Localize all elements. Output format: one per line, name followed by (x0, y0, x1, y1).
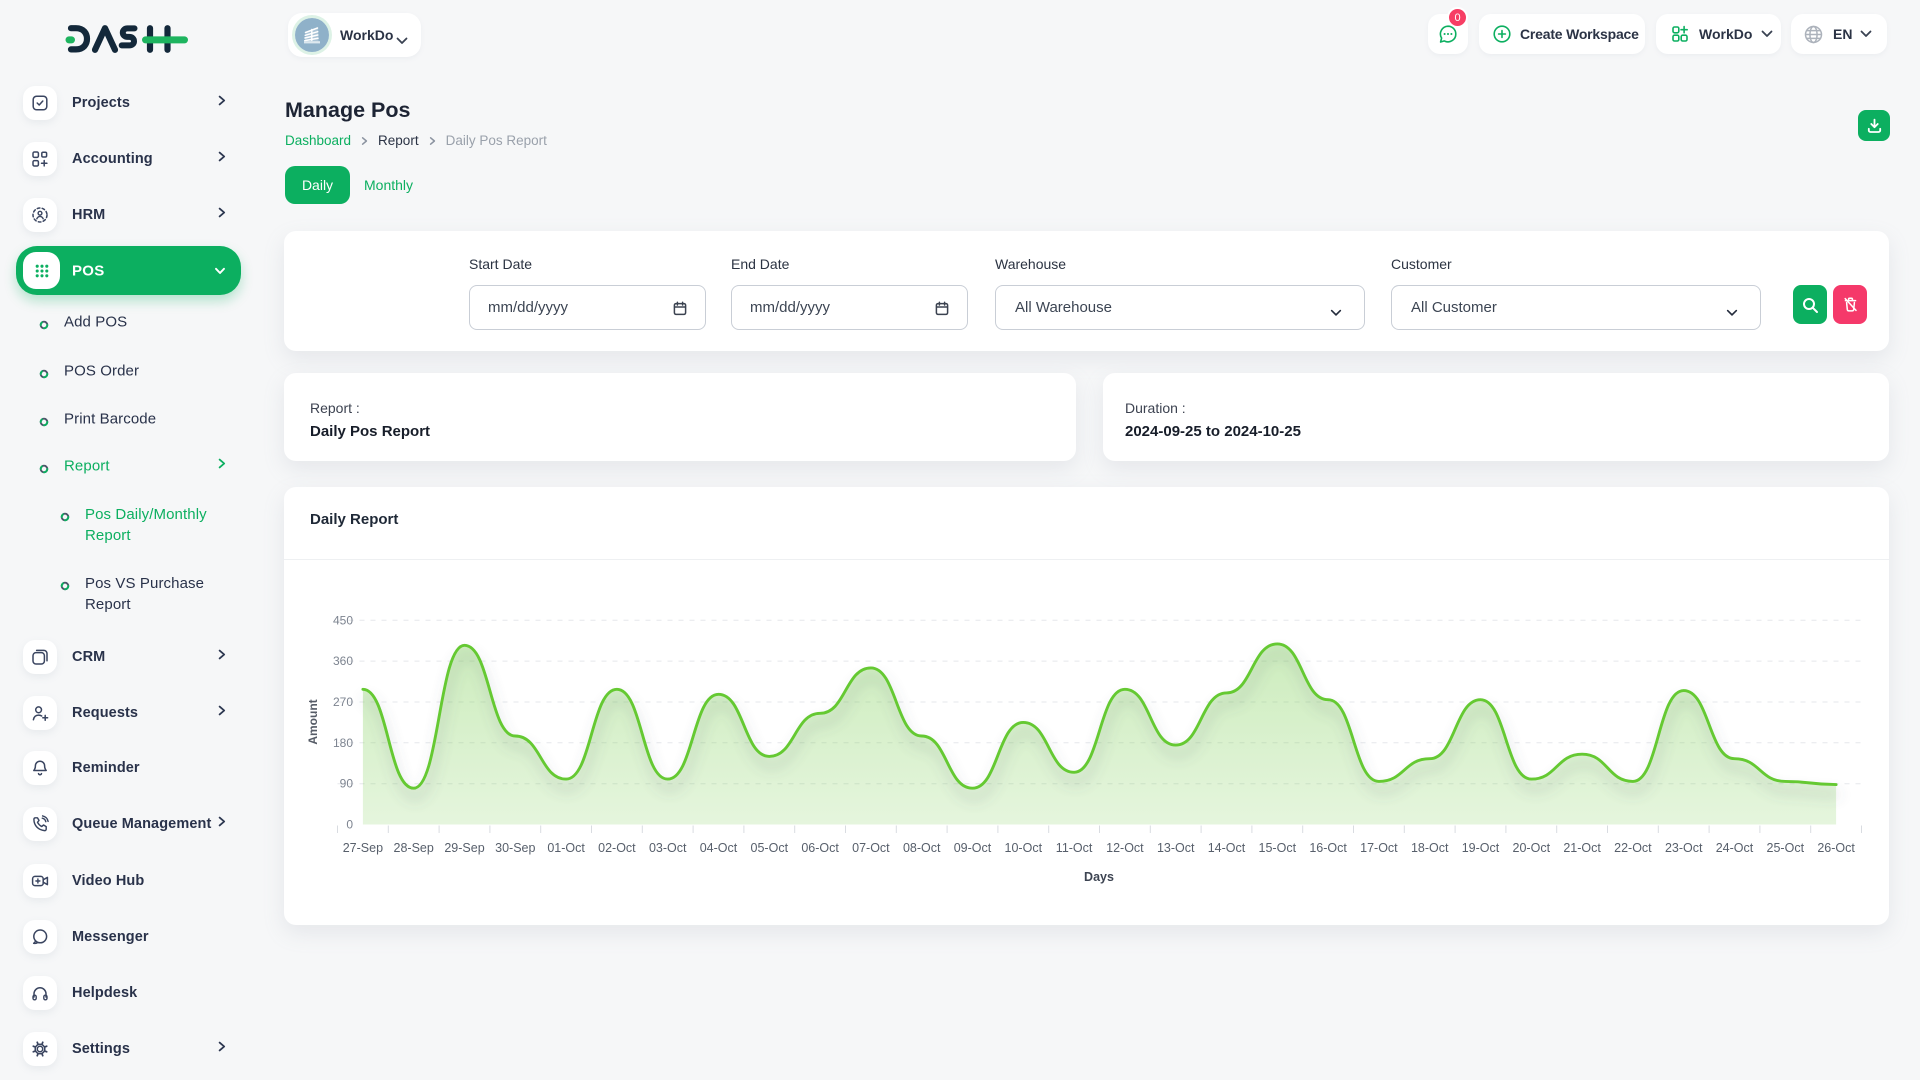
svg-text:19-Oct: 19-Oct (1462, 841, 1500, 855)
svg-text:90: 90 (340, 777, 354, 791)
svg-text:02-Oct: 02-Oct (598, 841, 636, 855)
svg-text:16-Oct: 16-Oct (1309, 841, 1347, 855)
svg-text:05-Oct: 05-Oct (751, 841, 789, 855)
svg-text:06-Oct: 06-Oct (801, 841, 839, 855)
svg-text:14-Oct: 14-Oct (1208, 841, 1246, 855)
svg-text:0: 0 (346, 818, 353, 832)
svg-text:12-Oct: 12-Oct (1106, 841, 1144, 855)
svg-text:15-Oct: 15-Oct (1259, 841, 1297, 855)
svg-text:13-Oct: 13-Oct (1157, 841, 1195, 855)
svg-text:25-Oct: 25-Oct (1767, 841, 1805, 855)
svg-text:24-Oct: 24-Oct (1716, 841, 1754, 855)
svg-text:17-Oct: 17-Oct (1360, 841, 1398, 855)
svg-text:11-Oct: 11-Oct (1056, 841, 1093, 855)
svg-text:18-Oct: 18-Oct (1411, 841, 1449, 855)
svg-text:08-Oct: 08-Oct (903, 841, 941, 855)
svg-text:21-Oct: 21-Oct (1563, 841, 1601, 855)
svg-text:Days: Days (1084, 870, 1114, 884)
svg-text:26-Oct: 26-Oct (1817, 841, 1855, 855)
svg-text:27-Sep: 27-Sep (343, 841, 383, 855)
svg-text:30-Sep: 30-Sep (495, 841, 535, 855)
svg-text:270: 270 (333, 695, 353, 709)
svg-text:180: 180 (333, 736, 353, 750)
svg-text:10-Oct: 10-Oct (1005, 841, 1043, 855)
svg-text:23-Oct: 23-Oct (1665, 841, 1703, 855)
svg-text:29-Sep: 29-Sep (444, 841, 484, 855)
svg-text:04-Oct: 04-Oct (700, 841, 738, 855)
svg-text:450: 450 (333, 613, 353, 627)
svg-text:22-Oct: 22-Oct (1614, 841, 1652, 855)
svg-text:360: 360 (333, 654, 353, 668)
svg-text:20-Oct: 20-Oct (1513, 841, 1551, 855)
svg-text:03-Oct: 03-Oct (649, 841, 687, 855)
svg-text:Amount: Amount (306, 699, 320, 744)
svg-text:01-Oct: 01-Oct (547, 841, 585, 855)
svg-text:09-Oct: 09-Oct (954, 841, 992, 855)
svg-text:07-Oct: 07-Oct (852, 841, 890, 855)
svg-text:28-Sep: 28-Sep (394, 841, 434, 855)
